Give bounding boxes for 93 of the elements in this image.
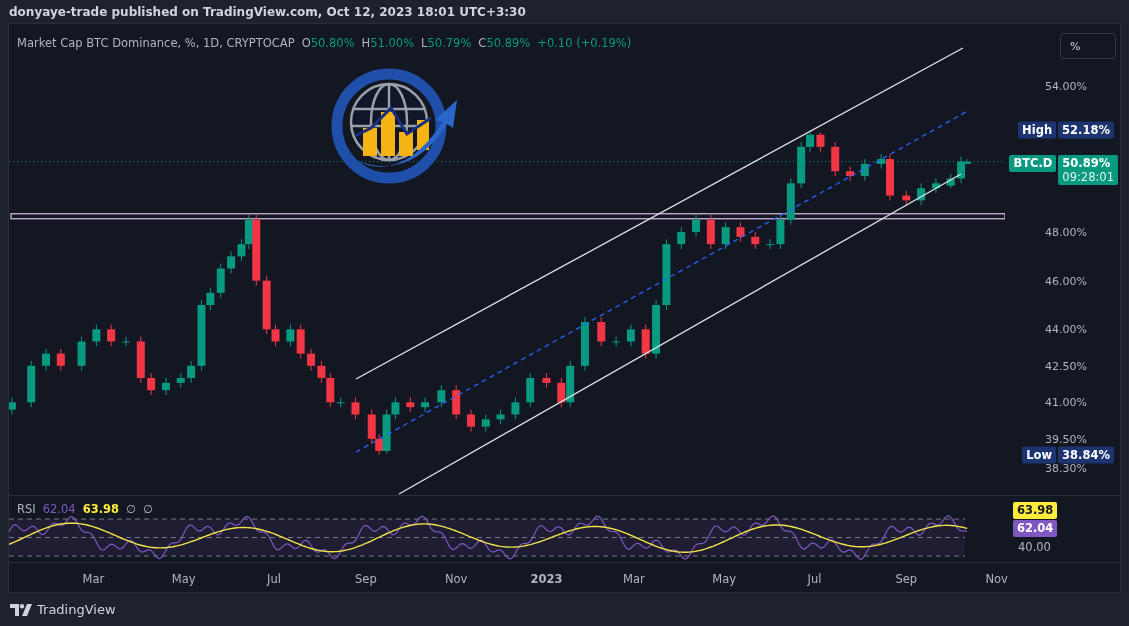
low-price: 38.84% xyxy=(1058,446,1114,464)
candle xyxy=(816,131,825,153)
rsi-tick: 40.00 xyxy=(1017,540,1051,554)
tradingview-logo-icon xyxy=(10,603,32,616)
candle xyxy=(931,178,940,194)
rsi-average-value: 63.98 xyxy=(82,502,119,516)
candle xyxy=(481,413,490,432)
candle xyxy=(526,372,535,408)
candle xyxy=(511,396,520,420)
time-tick: Nov xyxy=(444,572,468,586)
symbol-label: BTC.D xyxy=(1009,154,1057,172)
ohlc-value: 50.89% xyxy=(486,36,531,50)
candle xyxy=(786,178,795,226)
candle xyxy=(136,336,145,384)
ohlc-key: C xyxy=(478,36,487,50)
price-tick: 38.30% xyxy=(1045,461,1087,475)
price-tick: 48.00% xyxy=(1045,225,1087,239)
ohlc-value: 51.00% xyxy=(370,36,415,50)
candle xyxy=(307,348,316,372)
candle xyxy=(452,384,461,420)
candle xyxy=(227,250,236,274)
candle xyxy=(406,396,415,413)
candle xyxy=(626,323,635,347)
current-price-label: 50.89% 09:28:01 xyxy=(1058,154,1118,185)
candle xyxy=(860,158,869,182)
price-tick: 41.00% xyxy=(1045,395,1087,409)
price-tick: 44.00% xyxy=(1045,322,1087,336)
time-tick: Jul xyxy=(267,572,281,586)
empty-value: ∅ xyxy=(143,502,154,516)
price-change: +0.10 (+0.19%) xyxy=(537,36,632,50)
time-tick: May xyxy=(171,572,196,586)
time-tick: Nov xyxy=(985,572,1008,586)
candle xyxy=(77,336,86,372)
low-label: Low xyxy=(1022,446,1057,464)
candle xyxy=(107,323,116,347)
candle xyxy=(736,221,745,243)
ohlc-value: 50.80% xyxy=(310,36,355,50)
symbol-title: Market Cap BTC Dominance, %, 1D, CRYPTOCAP xyxy=(17,36,295,50)
candle xyxy=(542,372,551,389)
candle xyxy=(641,323,650,359)
ohlc-key: O xyxy=(301,36,311,50)
price-tick: 54.00% xyxy=(1045,79,1087,93)
candle xyxy=(42,348,50,372)
high-label: High xyxy=(1018,121,1057,139)
price-tick: 46.00% xyxy=(1045,274,1087,288)
time-tick: Jul xyxy=(807,572,822,586)
candle xyxy=(692,214,701,238)
time-tick: Mar xyxy=(82,572,105,586)
rsi-label: RSI xyxy=(17,502,36,516)
time-tick: May xyxy=(712,572,737,586)
candle xyxy=(351,396,360,420)
rsi-value: 62.04 xyxy=(42,502,76,516)
candle xyxy=(917,182,926,206)
ohlc-key: L xyxy=(421,36,428,50)
candle xyxy=(437,384,446,408)
candle xyxy=(92,323,101,347)
candle xyxy=(421,396,430,413)
price-tick: 39.50% xyxy=(1045,432,1087,446)
candle xyxy=(612,336,621,347)
candle xyxy=(751,231,760,250)
scale-button[interactable]: % xyxy=(1060,33,1116,59)
brand-name: TradingView xyxy=(37,602,116,617)
candle xyxy=(9,396,16,415)
candle xyxy=(721,221,730,250)
candle xyxy=(902,190,911,206)
rsi-value-badge: 62.04 xyxy=(1013,520,1058,537)
rsi-average-badge: 63.98 xyxy=(1013,502,1058,519)
candle xyxy=(56,348,65,372)
candle xyxy=(467,409,475,432)
candle xyxy=(122,336,130,347)
candle xyxy=(597,316,606,347)
price-tick: 42.50% xyxy=(1045,359,1087,373)
high-price: 52.18% xyxy=(1058,121,1114,139)
time-tick: 2023 xyxy=(530,572,563,586)
candle xyxy=(846,165,855,182)
candle xyxy=(161,377,170,396)
time-tick: Sep xyxy=(355,572,377,586)
publish-info: donyaye-trade published on TradingView.com, Oct 12, 2023 18:01 UTC+3:30 xyxy=(8,3,527,21)
ohlc-value: 50.79% xyxy=(427,36,472,50)
candle xyxy=(946,173,955,189)
candle xyxy=(27,360,36,408)
candle xyxy=(677,226,686,250)
empty-value: ∅ xyxy=(126,502,137,516)
ohlc-key: H xyxy=(361,36,371,50)
time-tick: Sep xyxy=(895,572,918,586)
candle xyxy=(176,372,185,389)
candle xyxy=(706,214,715,250)
candle xyxy=(147,372,156,396)
time-tick: Mar xyxy=(623,572,645,586)
candle xyxy=(652,299,661,359)
candle xyxy=(831,141,840,177)
candle xyxy=(496,409,505,425)
candle xyxy=(581,316,589,372)
